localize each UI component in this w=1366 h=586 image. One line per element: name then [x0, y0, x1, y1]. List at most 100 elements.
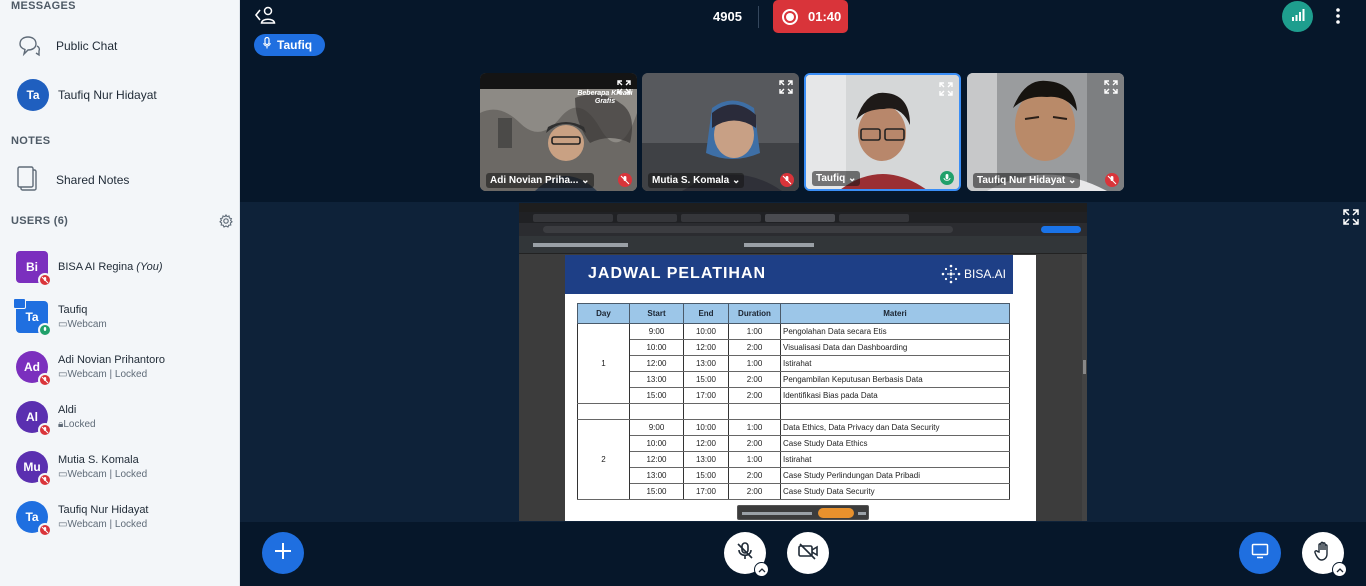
muted-mic-icon [38, 273, 52, 287]
table-spacer-row [577, 403, 1010, 420]
shared-notes-label: Shared Notes [56, 173, 130, 187]
participant-name[interactable]: Mutia S. Komala ⌄ [648, 173, 745, 188]
table-row: 13:00 15:00 2:00 Pengambilan Keputusan B… [578, 371, 1010, 388]
muted-mic-icon [780, 173, 794, 187]
notes-section-title: NOTES [11, 135, 51, 147]
user-status: Webcam | Locked [67, 369, 148, 380]
duration-cell: 2:00 [728, 371, 781, 388]
user-name: BISA AI Regina [58, 261, 134, 273]
screenshare-button[interactable] [1239, 532, 1281, 574]
sharing-notification-bar [737, 505, 869, 520]
duration-cell: 2:00 [728, 339, 781, 356]
meeting-id: 4905 [713, 9, 742, 24]
gear-icon[interactable] [219, 213, 233, 228]
muted-mic-icon [618, 173, 632, 187]
fullscreen-icon[interactable] [939, 82, 953, 101]
end-cell: 17:00 [683, 483, 729, 500]
pdf-page: JADWAL PELATIHAN BISA.AI Day Start End D… [565, 255, 1036, 521]
mic-icon [38, 323, 52, 337]
video-tile[interactable]: Taufiq Nur Hidayat ⌄ [967, 73, 1124, 191]
recording-button[interactable]: 01:40 [773, 0, 848, 33]
avatar: Bi [16, 251, 52, 287]
materi-cell: Case Study Data Security [780, 483, 1010, 500]
shared-scrollbar [1082, 254, 1087, 521]
monitor-icon [1251, 543, 1269, 564]
shared-notes-item[interactable]: Shared Notes [0, 163, 239, 197]
muted-mic-icon [38, 523, 52, 537]
muted-mic-icon [38, 423, 52, 437]
user-row-mutia[interactable]: Mu Mutia S. Komala ▭Webcam | Locked [0, 450, 239, 487]
user-row-adi[interactable]: Ad Adi Novian Prihantoro ▭Webcam | Locke… [0, 350, 239, 387]
end-cell: 12:00 [683, 435, 729, 452]
start-cell: 12:00 [629, 451, 684, 468]
share-webcam-button[interactable] [787, 532, 829, 574]
toggle-userlist-icon[interactable] [254, 5, 278, 25]
day-cell: 1 [577, 323, 630, 404]
participant-name[interactable]: Adi Novian Priha... ⌄ [486, 173, 594, 188]
fullscreen-icon[interactable] [617, 80, 631, 99]
mic-icon [940, 171, 954, 185]
connection-status-button[interactable] [1282, 1, 1313, 32]
private-chat-item[interactable]: Ta Taufiq Nur Hidayat [0, 78, 239, 112]
start-cell: 12:00 [629, 355, 684, 372]
materi-cell: Pengambilan Keputusan Berbasis Data [780, 371, 1010, 388]
table-row: 10:00 12:00 2:00 Case Study Data Ethics [578, 435, 1010, 452]
fullscreen-icon[interactable] [779, 80, 793, 99]
reactions-chevron-icon[interactable] [1332, 562, 1347, 577]
table-row: 13:00 15:00 2:00 Case Study Perlindungan… [578, 467, 1010, 484]
muted-mic-icon [735, 541, 755, 566]
user-row-regina[interactable]: Bi BISA AI Regina (You) [0, 250, 239, 287]
end-cell: 13:00 [683, 451, 729, 468]
end-cell: 10:00 [683, 419, 729, 436]
avatar: Al [16, 401, 52, 437]
duration-cell: 2:00 [728, 467, 781, 484]
unmute-button[interactable] [724, 532, 769, 577]
start-cell: 9:00 [629, 323, 684, 340]
video-tile[interactable]: Taufiq ⌄ [804, 73, 961, 191]
chat-icon [16, 33, 42, 59]
participant-name[interactable]: Taufiq Nur Hidayat ⌄ [973, 173, 1081, 188]
duration-cell: 2:00 [728, 435, 781, 452]
user-row-taufiq[interactable]: Ta Taufiq ▭Webcam [0, 298, 239, 337]
audio-options-chevron-icon[interactable] [754, 562, 769, 577]
public-chat-item[interactable]: Public Chat [0, 30, 239, 62]
fullscreen-icon[interactable] [1104, 80, 1118, 99]
more-options-icon[interactable] [1334, 7, 1342, 25]
slide-header: JADWAL PELATIHAN BISA.AI [565, 255, 1013, 294]
start-cell: 10:00 [629, 435, 684, 452]
table-row: 15:00 17:00 2:00 Case Study Data Securit… [578, 483, 1010, 500]
video-tile[interactable]: Mutia S. Komala ⌄ [642, 73, 799, 191]
avatar: Mu [16, 451, 52, 487]
talker-name: Taufiq [277, 38, 313, 52]
you-label: (You) [136, 261, 163, 273]
shared-screen[interactable]: JADWAL PELATIHAN BISA.AI Day Start End D… [519, 203, 1087, 521]
muted-mic-icon [38, 473, 52, 487]
start-cell: 9:00 [629, 419, 684, 436]
talking-indicator[interactable]: Taufiq [254, 34, 326, 56]
user-name: Aldi [58, 404, 77, 416]
header-duration: Duration [728, 303, 781, 324]
video-tile[interactable]: Beberapa Kreasi Grafis Adi Novian Priha.… [480, 73, 637, 191]
video-off-icon [797, 542, 819, 565]
end-cell: 15:00 [683, 371, 729, 388]
start-cell: 13:00 [629, 467, 684, 484]
user-row-taufiq-nur[interactable]: Ta Taufiq Nur Hidayat ▭Webcam | Locked [0, 500, 239, 537]
duration-cell: 1:00 [728, 451, 781, 468]
end-cell: 12:00 [683, 339, 729, 356]
private-chat-name: Taufiq Nur Hidayat [58, 88, 157, 102]
fullscreen-icon[interactable] [1343, 209, 1359, 225]
raise-hand-button[interactable] [1302, 532, 1347, 577]
duration-cell: 1:00 [728, 419, 781, 436]
chevron-down-icon: ⌄ [581, 175, 590, 186]
user-row-aldi[interactable]: Al Aldi 🔒︎Locked [0, 400, 239, 437]
actions-button[interactable] [262, 532, 304, 574]
muted-mic-icon [1105, 173, 1119, 187]
end-cell: 15:00 [683, 467, 729, 484]
materi-cell: Case Study Perlindungan Data Pribadi [780, 467, 1010, 484]
user-status: Webcam | Locked [67, 519, 148, 530]
participant-name[interactable]: Taufiq ⌄ [812, 171, 861, 186]
muted-mic-icon [38, 373, 52, 387]
header-day: Day [577, 303, 630, 324]
start-cell: 10:00 [629, 339, 684, 356]
duration-cell: 1:00 [728, 323, 781, 340]
